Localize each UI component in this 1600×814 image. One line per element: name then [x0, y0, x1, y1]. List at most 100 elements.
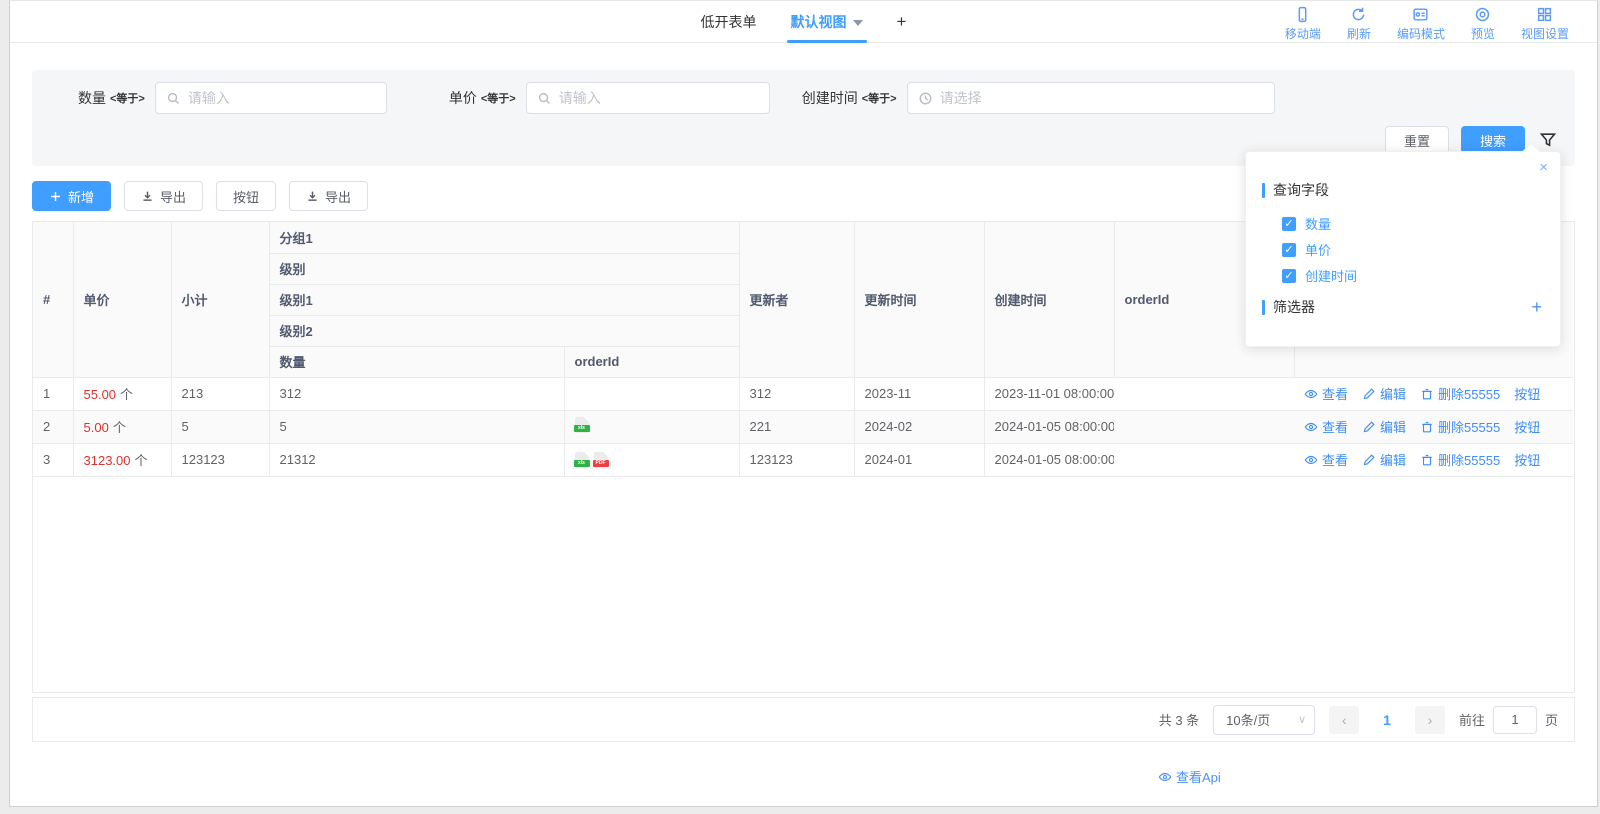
goto-page-input[interactable]: [1493, 706, 1537, 734]
field-checkbox-quantity[interactable]: ✓ 数量: [1282, 214, 1544, 233]
add-filter-icon[interactable]: +: [1531, 298, 1542, 316]
delete-label: 删除55555: [1438, 384, 1500, 403]
col-header-index[interactable]: #: [33, 222, 73, 377]
page-unit-label: 页: [1545, 710, 1558, 729]
delete-label: 删除55555: [1438, 417, 1500, 436]
edit-link[interactable]: 编辑: [1362, 417, 1406, 436]
preview-button[interactable]: 预览: [1471, 6, 1495, 42]
add-record-button[interactable]: 新增: [32, 181, 111, 211]
filter-section-title-text: 筛选器: [1273, 297, 1315, 317]
pencil-icon: [1362, 453, 1376, 467]
add-tab-label: +: [897, 12, 907, 32]
row-button-link[interactable]: 按钮: [1514, 417, 1540, 436]
custom-button[interactable]: 按钮: [216, 181, 276, 211]
next-page-button[interactable]: ›: [1415, 706, 1445, 734]
top-action-icons: 移动端 刷新 编码模式 预览 视图设置: [1285, 6, 1569, 42]
col-header-update-time[interactable]: 更新时间: [854, 222, 984, 377]
view-api-link[interactable]: 查看Api: [1158, 767, 1221, 786]
delete-link[interactable]: 删除55555: [1420, 417, 1500, 436]
table-row[interactable]: 3 3123.00个 123123 21312 xlsPDF 123123 20…: [33, 443, 1573, 476]
row-button-link[interactable]: 按钮: [1514, 450, 1540, 469]
export-button-1[interactable]: 导出: [124, 181, 203, 211]
quantity-filter-input[interactable]: 请输入: [155, 82, 387, 114]
view-settings-button[interactable]: 视图设置: [1521, 6, 1569, 42]
table-row[interactable]: 1 55.00个 213 312 312 2023-11 2023-11-01 …: [33, 377, 1573, 410]
trash-icon: [1420, 387, 1434, 401]
funnel-icon: [1539, 131, 1557, 149]
col-header-subtotal[interactable]: 小计: [171, 222, 269, 377]
code-mode-label: 编码模式: [1397, 25, 1445, 42]
col-header-level[interactable]: 级别: [269, 253, 739, 284]
cell-qty: 21312: [269, 443, 564, 476]
price-filter-input[interactable]: 请输入: [526, 82, 770, 114]
tab-default-view[interactable]: 默认视图: [791, 1, 863, 43]
create-time-operator[interactable]: <等于>: [862, 90, 897, 106]
pencil-icon: [1362, 387, 1376, 401]
delete-label: 删除55555: [1438, 450, 1500, 469]
add-record-label: 新增: [68, 187, 94, 206]
refresh-button[interactable]: 刷新: [1347, 6, 1371, 42]
row-button-link[interactable]: 按钮: [1514, 384, 1540, 403]
view-label: 查看: [1322, 450, 1348, 469]
code-icon: [1412, 6, 1429, 23]
edit-link[interactable]: 编辑: [1362, 384, 1406, 403]
export-button-2[interactable]: 导出: [289, 181, 368, 211]
close-icon[interactable]: ×: [1539, 160, 1548, 175]
create-time-picker[interactable]: 请选择: [907, 82, 1275, 114]
section-accent-bar: [1262, 183, 1265, 198]
row-button-label: 按钮: [1514, 384, 1540, 403]
excel-file-icon[interactable]: xls: [575, 417, 589, 433]
table-row[interactable]: 2 5.00个 5 5 xls 221 2024-02 2024-01-05 0…: [33, 410, 1573, 443]
pdf-file-icon[interactable]: PDF: [594, 452, 608, 468]
filter-settings-button[interactable]: [1539, 131, 1557, 149]
field-checkbox-create-time[interactable]: ✓ 创建时间: [1282, 266, 1544, 285]
prev-page-button[interactable]: ‹: [1329, 706, 1359, 734]
col-header-level1[interactable]: 级别1: [269, 284, 739, 315]
search-button[interactable]: 搜索: [1461, 126, 1525, 154]
cell-actions: 查看 编辑 删除55555 按钮: [1294, 377, 1573, 410]
total-count: 共 3 条: [1159, 710, 1199, 729]
col-header-updater[interactable]: 更新者: [739, 222, 854, 377]
cell-updater: 123123: [739, 443, 854, 476]
code-mode-button[interactable]: 编码模式: [1397, 6, 1445, 42]
view-link[interactable]: 查看: [1304, 450, 1348, 469]
plus-icon: [49, 190, 62, 203]
checkbox-checked-icon[interactable]: ✓: [1282, 217, 1296, 231]
price-operator[interactable]: <等于>: [481, 90, 516, 106]
view-link[interactable]: 查看: [1304, 384, 1348, 403]
mobile-button[interactable]: 移动端: [1285, 6, 1321, 42]
col-header-level2[interactable]: 级别2: [269, 315, 739, 346]
field-checkbox-price[interactable]: ✓ 单价: [1282, 240, 1544, 259]
col-header-order-id-sub[interactable]: orderId: [564, 346, 739, 377]
col-header-group1[interactable]: 分组1: [269, 222, 739, 253]
col-header-create-time[interactable]: 创建时间: [984, 222, 1114, 377]
page-size-select[interactable]: 10条/页 ∨: [1213, 705, 1315, 735]
tab-add[interactable]: +: [897, 1, 907, 43]
cell-index: 2: [33, 410, 73, 443]
goto-page-group: 前往 页: [1459, 706, 1558, 734]
eye-icon: [1158, 770, 1172, 784]
quantity-operator[interactable]: <等于>: [110, 90, 145, 106]
field-label-quantity: 数量: [1305, 214, 1331, 233]
view-link[interactable]: 查看: [1304, 417, 1348, 436]
search-button-label: 搜索: [1480, 131, 1506, 150]
chevron-right-icon: ›: [1428, 712, 1433, 728]
chevron-down-icon: ∨: [1298, 713, 1306, 726]
tab-form[interactable]: 低开表单: [701, 1, 757, 43]
delete-link[interactable]: 删除55555: [1420, 384, 1500, 403]
pdf-file-badge: PDF: [593, 460, 609, 467]
col-header-qty[interactable]: 数量: [269, 346, 564, 377]
field-label-price: 单价: [1305, 240, 1331, 259]
delete-link[interactable]: 删除55555: [1420, 450, 1500, 469]
reset-button[interactable]: 重置: [1385, 126, 1449, 154]
price-unit: 个: [113, 420, 126, 435]
checkbox-checked-icon[interactable]: ✓: [1282, 243, 1296, 257]
col-header-price[interactable]: 单价: [73, 222, 171, 377]
cell-update-time: 2023-11: [854, 377, 984, 410]
current-page-number[interactable]: 1: [1383, 712, 1391, 728]
cell-order-id: [1114, 443, 1294, 476]
excel-file-icon[interactable]: xls: [575, 452, 589, 468]
chevron-left-icon: ‹: [1342, 712, 1347, 728]
edit-link[interactable]: 编辑: [1362, 450, 1406, 469]
checkbox-checked-icon[interactable]: ✓: [1282, 269, 1296, 283]
